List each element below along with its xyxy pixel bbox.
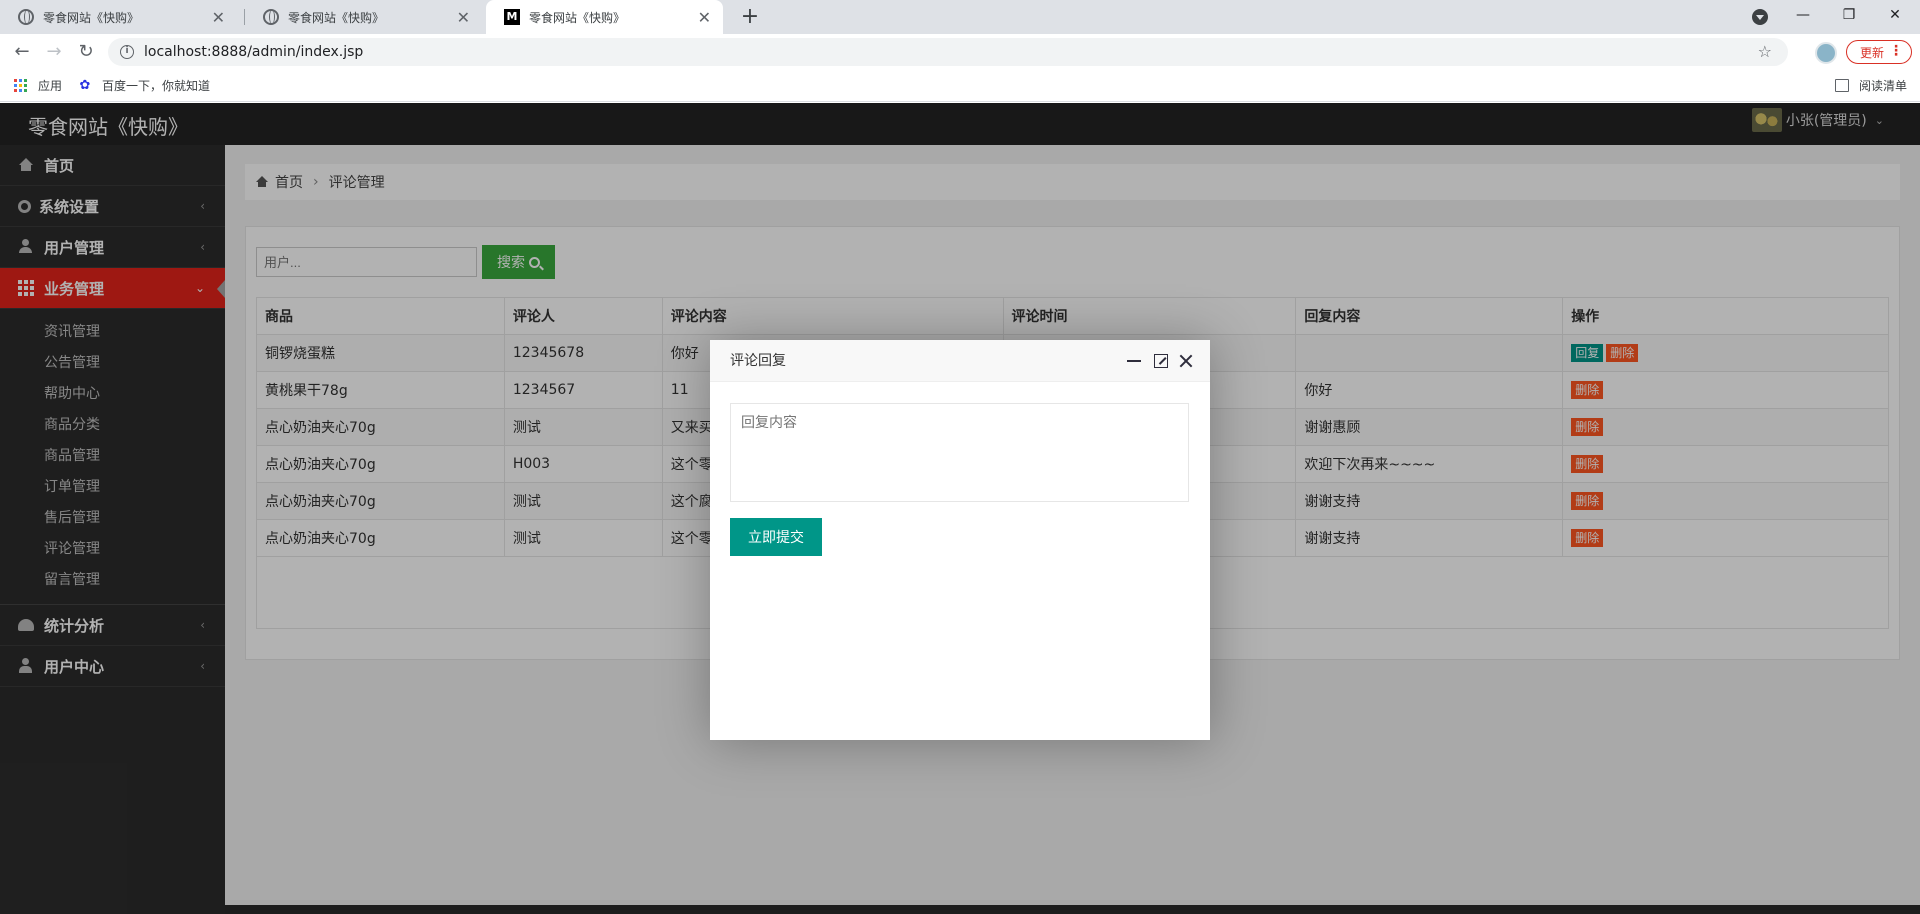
tab-title: 零食网站《快购》 — [529, 10, 626, 25]
bookmark-label: 百度一下，你就知道 — [102, 79, 211, 93]
globe-icon — [263, 9, 279, 25]
url-text[interactable]: localhost:8888/admin/index.jsp — [144, 44, 363, 60]
site-info-icon[interactable]: i — [120, 45, 134, 59]
bookmark-star-icon[interactable]: ☆ — [1758, 42, 1772, 61]
bookmarks-bar: 应用 ✿ 百度一下，你就知道 阅读清单 — [0, 70, 1920, 102]
minimize-icon[interactable] — [1126, 353, 1142, 369]
bookmark-apps[interactable]: 应用 — [14, 77, 62, 94]
tab-title: 零食网站《快购》 — [288, 10, 385, 25]
update-label: 更新 — [1860, 45, 1885, 60]
tab-title: 零食网站《快购》 — [43, 10, 140, 25]
maximize-icon[interactable] — [1154, 354, 1168, 368]
reply-content-textarea[interactable] — [730, 403, 1189, 502]
minimize-window-button[interactable]: — — [1780, 0, 1826, 30]
submit-button[interactable]: 立即提交 — [730, 518, 822, 556]
bookmark-baidu[interactable]: ✿ 百度一下，你就知道 — [78, 77, 210, 94]
close-tab-icon[interactable]: ✕ — [698, 8, 711, 27]
comment-reply-dialog: 评论回复 立即提交 — [710, 340, 1210, 740]
reading-list[interactable]: 阅读清单 — [1835, 77, 1907, 94]
close-window-button[interactable]: ✕ — [1872, 0, 1918, 30]
browser-tab-2[interactable]: 零食网站《快购》 ✕ — [245, 0, 482, 34]
reload-icon[interactable]: ↻ — [74, 40, 98, 64]
browser-tab-1[interactable]: 零食网站《快购》 ✕ — [0, 0, 237, 34]
more-menu-icon: ⋮ — [1889, 43, 1903, 59]
browser-tab-strip: 零食网站《快购》 ✕ 零食网站《快购》 ✕ M 零食网站《快购》 ✕ + — ❐… — [0, 0, 1920, 34]
baidu-paw-icon: ✿ — [79, 77, 91, 93]
tab-search-icon[interactable] — [1752, 9, 1768, 25]
restore-window-button[interactable]: ❐ — [1826, 0, 1872, 30]
browser-toolbar: ← → ↻ i localhost:8888/admin/index.jsp ☆… — [0, 34, 1920, 70]
reading-list-label: 阅读清单 — [1859, 79, 1908, 93]
dialog-header[interactable]: 评论回复 — [710, 340, 1210, 382]
back-arrow-icon[interactable]: ← — [10, 40, 34, 64]
profile-avatar[interactable] — [1815, 42, 1837, 64]
dialog-title: 评论回复 — [730, 353, 786, 369]
close-tab-icon[interactable]: ✕ — [212, 8, 225, 27]
new-tab-button[interactable]: + — [736, 3, 764, 31]
forward-arrow-icon[interactable]: → — [42, 40, 66, 64]
update-button[interactable]: 更新 ⋮ — [1846, 40, 1912, 64]
browser-tab-3-active[interactable]: M 零食网站《快购》 ✕ — [486, 0, 723, 34]
close-icon[interactable] — [1178, 353, 1194, 369]
close-tab-icon[interactable]: ✕ — [457, 8, 470, 27]
globe-icon — [18, 9, 34, 25]
address-bar[interactable]: i localhost:8888/admin/index.jsp ☆ — [108, 38, 1788, 66]
m-favicon-icon: M — [504, 9, 520, 25]
bookmark-label: 应用 — [38, 79, 63, 93]
apps-grid-icon — [14, 78, 28, 93]
reading-list-icon — [1835, 79, 1849, 92]
